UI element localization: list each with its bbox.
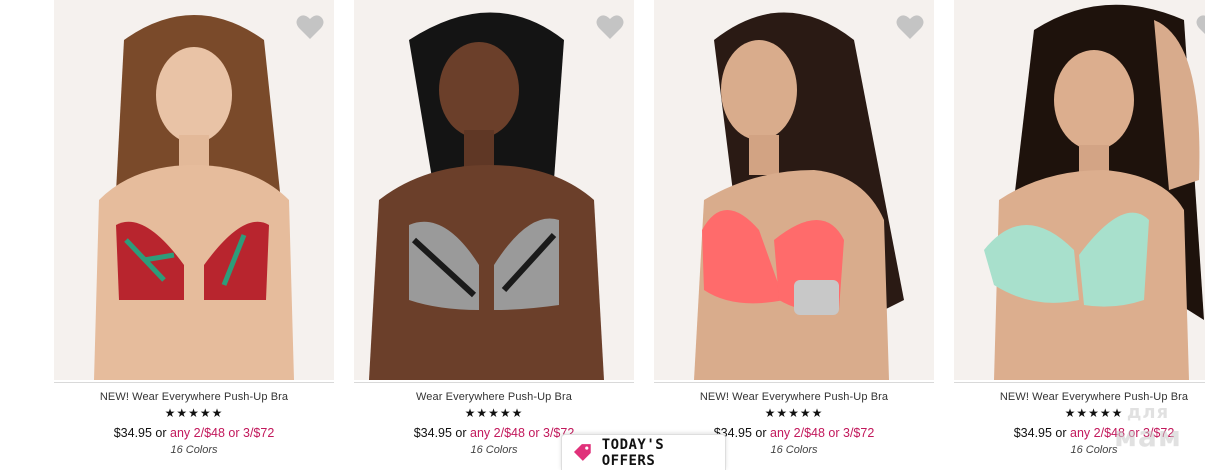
rating-stars: ★★★★★ [164,406,224,420]
product-name[interactable]: NEW! Wear Everywhere Push-Up Bra [54,390,334,404]
product-image[interactable] [54,0,334,380]
product-card[interactable]: Wear Everywhere Push-Up Bra ★★★★★ $34.95… [354,0,634,470]
model-photo [954,0,1205,380]
multi-buy-offer: any 2/$48 or 3/$72 [470,426,575,440]
price-value: $34.95 or [1013,426,1067,440]
product-image[interactable] [354,0,634,380]
wishlist-heart-icon[interactable] [596,14,624,40]
color-count[interactable]: 16 Colors [54,443,334,457]
card-divider [954,382,1205,383]
rating-stars: ★★★★★ [464,406,524,420]
card-divider [54,382,334,383]
rating-stars: ★★★★★ [764,406,824,420]
todays-offers-tab[interactable]: TODAY'S OFFERS [561,434,726,470]
watermark-logo: для мам [1098,404,1198,464]
product-name[interactable]: NEW! Wear Everywhere Push-Up Bra [654,390,934,404]
model-photo [354,0,634,380]
card-divider [654,382,934,383]
product-grid: NEW! Wear Everywhere Push-Up Bra ★★★★★ $… [0,0,1205,470]
price-value: $34.95 or [413,426,467,440]
product-card[interactable]: NEW! Wear Everywhere Push-Up Bra ★★★★★ $… [54,0,334,470]
model-photo [654,0,934,380]
multi-buy-offer: any 2/$48 or 3/$72 [770,426,875,440]
wishlist-heart-icon[interactable] [296,14,324,40]
tag-icon [573,443,591,461]
product-name[interactable]: Wear Everywhere Push-Up Bra [354,390,634,404]
product-price: $34.95 or any 2/$48 or 3/$72 [54,426,334,441]
price-value: $34.95 or [113,426,167,440]
product-info: NEW! Wear Everywhere Push-Up Bra ★★★★★ $… [54,390,334,457]
card-divider [354,382,634,383]
todays-offers-label: TODAY'S OFFERS [601,436,665,469]
watermark-line2: мам [1114,420,1182,453]
multi-buy-offer: any 2/$48 or 3/$72 [170,426,275,440]
product-image[interactable] [654,0,934,380]
product-card[interactable]: NEW! Wear Everywhere Push-Up Bra ★★★★★ $… [954,0,1205,470]
wishlist-heart-icon[interactable] [896,14,924,40]
product-card[interactable]: NEW! Wear Everywhere Push-Up Bra ★★★★★ $… [654,0,934,470]
model-photo [54,0,334,380]
product-image[interactable] [954,0,1205,380]
wishlist-heart-icon[interactable] [1196,14,1205,40]
